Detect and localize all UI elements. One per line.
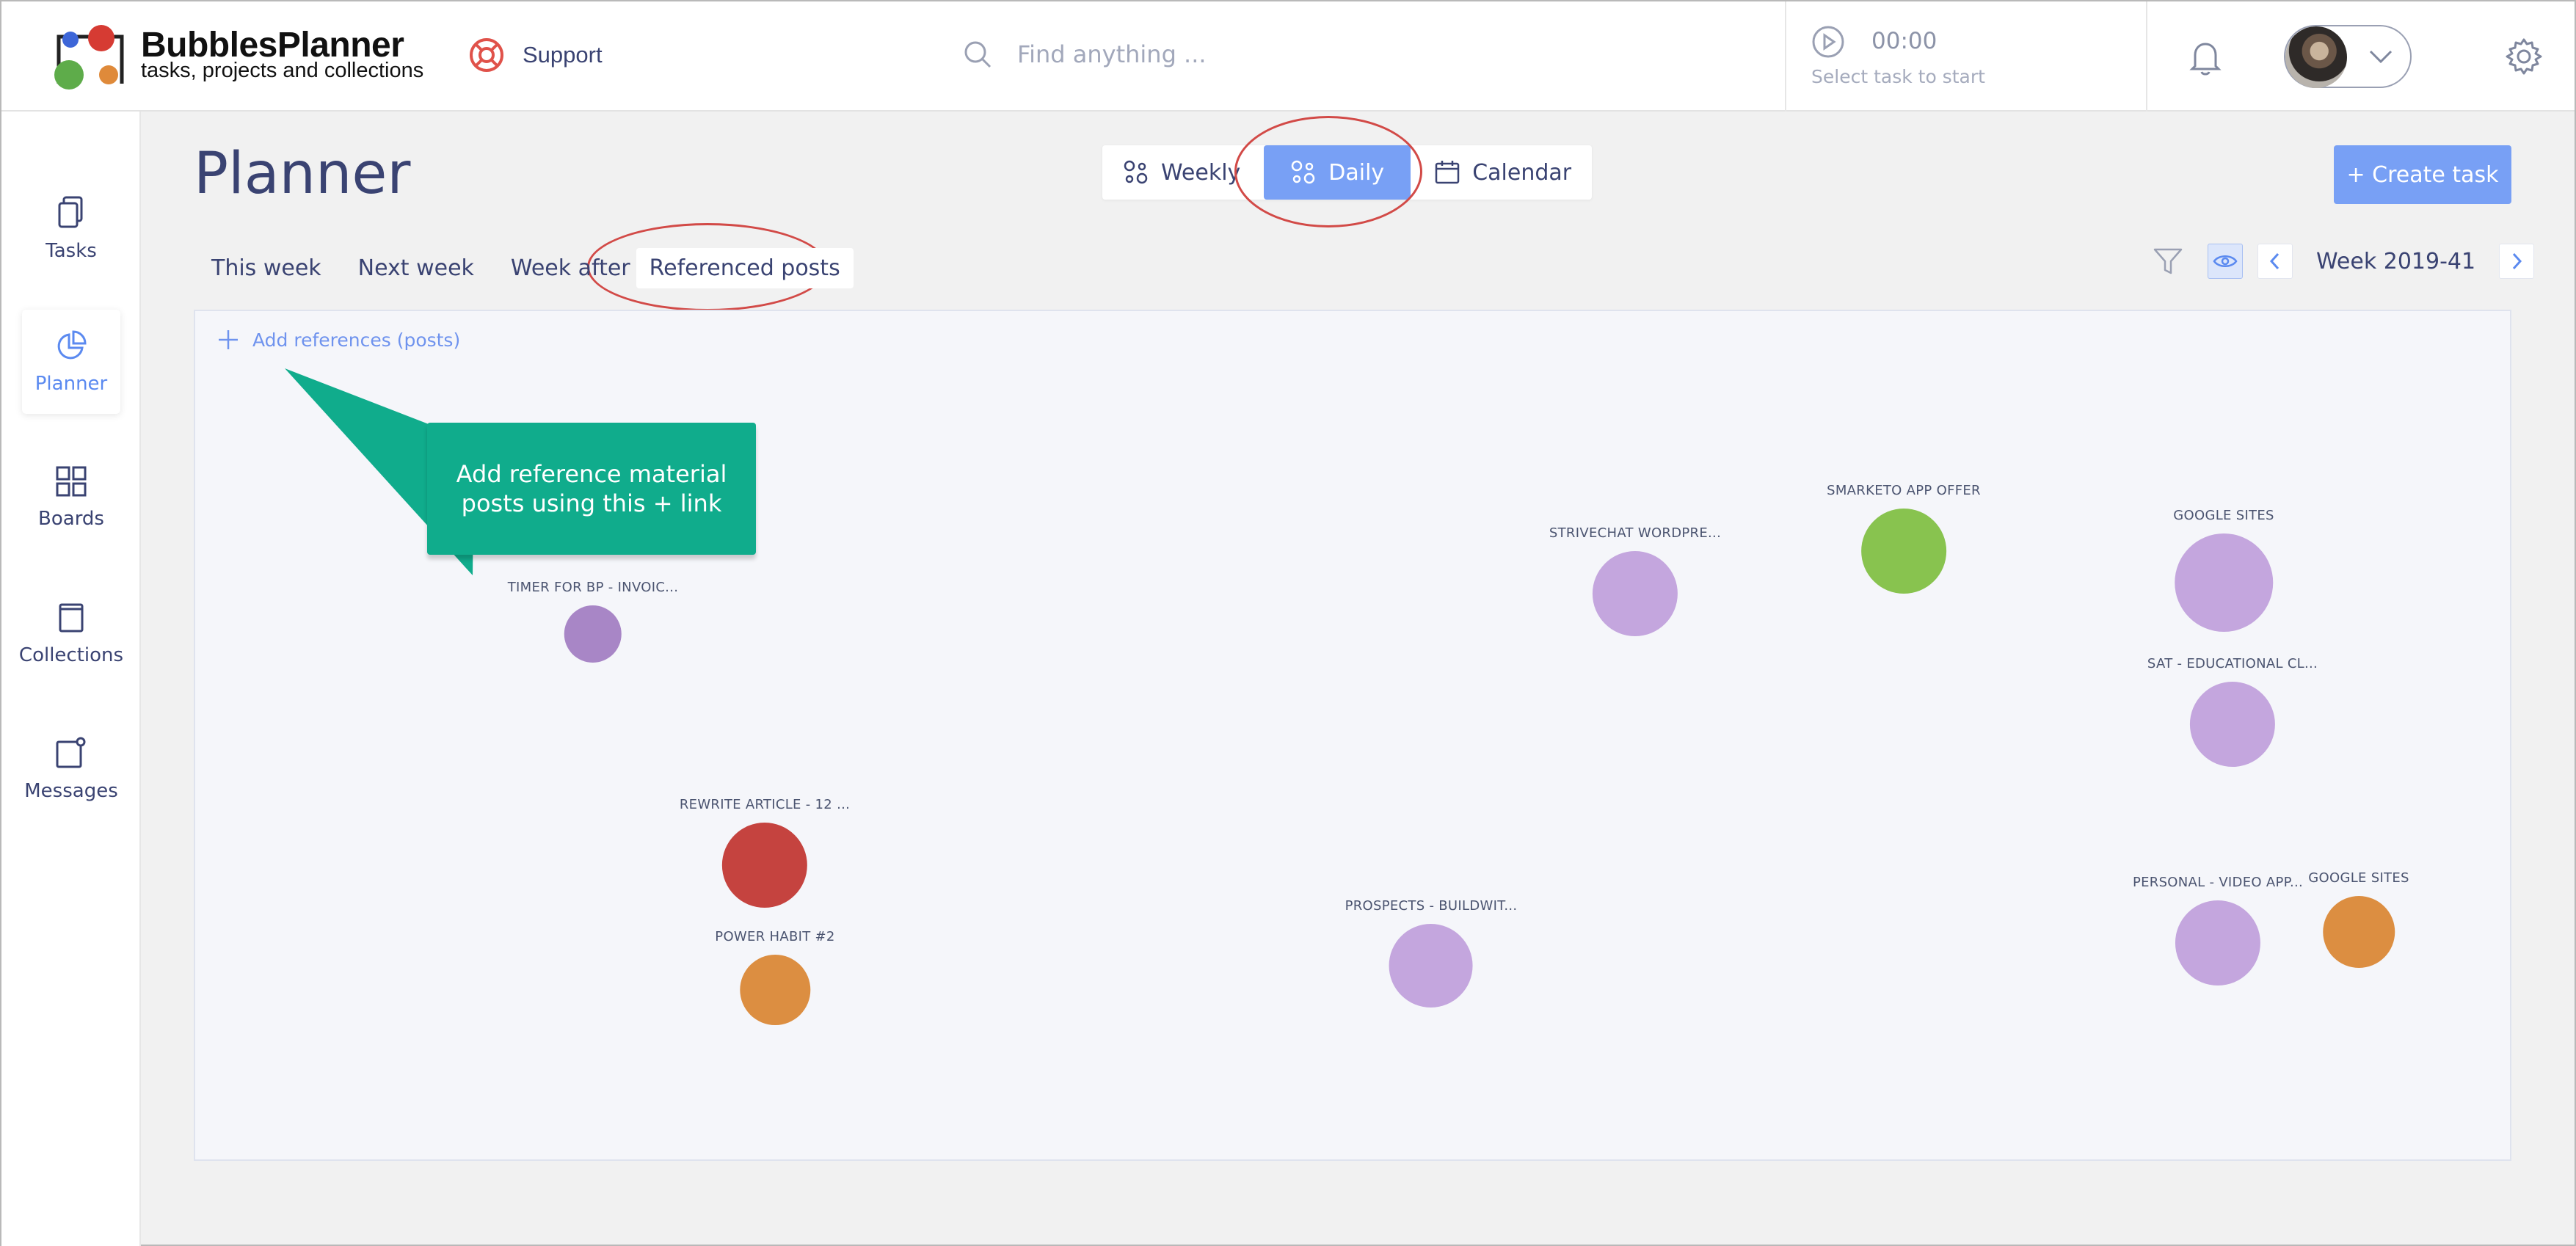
sidebar-item-planner[interactable]: Planner: [22, 310, 120, 414]
bell-icon[interactable]: [2185, 37, 2226, 78]
sidebar-item-collections[interactable]: Collections: [18, 581, 124, 685]
sidebar-item-label: Tasks: [46, 240, 97, 262]
timer-time: 00:00: [1871, 28, 1938, 54]
bubble-task[interactable]: SMARKETO APP OFFER: [1827, 483, 1981, 594]
view-switcher: Weekly Daily Calendar: [1102, 145, 1593, 200]
previous-week-button[interactable]: [2257, 244, 2293, 279]
plus-icon: [219, 330, 238, 349]
bubble-label: PROSPECTS - BUILDWIT...: [1345, 898, 1518, 914]
bubble: [1861, 509, 1946, 594]
bubble-task[interactable]: REWRITE ARTICLE - 12 ...: [680, 797, 850, 908]
tab-referenced-posts[interactable]: Referenced posts: [636, 248, 854, 288]
bubble: [721, 823, 807, 908]
next-week-button[interactable]: [2499, 244, 2535, 279]
add-references-label: Add references (posts): [252, 329, 461, 351]
sidebar-item-messages[interactable]: Messages: [22, 717, 120, 821]
bubble-task[interactable]: TIMER FOR BP - INVOIC...: [508, 580, 679, 663]
visibility-toggle[interactable]: [2208, 244, 2243, 279]
bubble-task[interactable]: GOOGLE SITES: [2308, 870, 2409, 968]
timer-hint: Select task to start: [1811, 66, 1985, 87]
bubble-label: TIMER FOR BP - INVOIC...: [507, 580, 679, 595]
view-daily-label: Daily: [1328, 159, 1385, 186]
chevron-left-icon: [2269, 252, 2280, 270]
bubble-label: PERSONAL - VIDEO APP...: [2132, 875, 2304, 890]
view-calendar-button[interactable]: Calendar: [1413, 145, 1592, 200]
avatar: [2285, 26, 2347, 88]
page-title: Planner: [194, 141, 411, 207]
view-calendar-label: Calendar: [1472, 159, 1572, 186]
bubble: [739, 955, 810, 1025]
user-menu[interactable]: [2284, 25, 2412, 88]
sidebar-item-label: Collections: [18, 644, 124, 666]
brand-tagline: tasks, projects and collections: [141, 59, 424, 82]
bubble-label: GOOGLE SITES: [2173, 508, 2274, 523]
bubble-task[interactable]: PROSPECTS - BUILDWIT...: [1345, 898, 1518, 1008]
lifebuoy-icon: [470, 38, 503, 72]
sidebar-item-label: Messages: [24, 780, 118, 802]
bubbles-icon: [1124, 160, 1148, 184]
copy-icon: [58, 196, 83, 228]
bubble-label: REWRITE ARTICLE - 12 ...: [679, 797, 851, 812]
sidebar-item-label: Planner: [34, 373, 108, 395]
chevron-down-icon: [2369, 50, 2393, 64]
support-link[interactable]: Support: [468, 37, 603, 73]
book-icon: [59, 603, 84, 633]
view-weekly-button[interactable]: Weekly: [1102, 145, 1261, 200]
message-icon: [56, 737, 86, 768]
tab-next-week[interactable]: Next week: [345, 248, 487, 288]
grid-icon: [56, 466, 87, 497]
bubblesplanner-logo[interactable]: [48, 23, 131, 94]
chevron-right-icon: [2512, 252, 2522, 270]
bubble-task[interactable]: POWER HABIT #2: [715, 929, 834, 1025]
filter-icon[interactable]: [2152, 245, 2184, 277]
sidebar-item-boards[interactable]: Boards: [22, 445, 120, 550]
search-icon: [964, 41, 992, 68]
search-input[interactable]: [1017, 40, 1399, 68]
bubble: [564, 605, 622, 663]
tab-this-week[interactable]: This week: [198, 248, 335, 288]
create-task-button[interactable]: + Create task: [2334, 145, 2511, 204]
play-icon[interactable]: [1811, 25, 1845, 59]
bubble-label: SAT - EDUCATIONAL CL...: [2147, 656, 2318, 671]
top-bar: BubblesPlanner tasks, projects and colle…: [1, 1, 2575, 112]
planner-canvas: Add references (posts) Add reference mat…: [194, 310, 2511, 1161]
callout-tooltip: Add reference material posts using this …: [427, 423, 756, 555]
bubble: [1389, 924, 1473, 1008]
bubble: [2189, 682, 2275, 767]
gear-icon[interactable]: [2504, 37, 2544, 76]
bubble-label: GOOGLE SITES: [2308, 870, 2409, 886]
view-daily-button[interactable]: Daily: [1264, 145, 1411, 200]
tab-week-after[interactable]: Week after: [498, 248, 636, 288]
timer-widget: 00:00 Select task to start: [1785, 1, 2147, 112]
bubble-task[interactable]: SAT - EDUCATIONAL CL...: [2147, 656, 2318, 767]
week-tabs: This week Next week Week after Reference…: [198, 248, 864, 288]
bubble-label: STRIVECHAT WORDPRE...: [1549, 525, 1722, 541]
planner-toolbar: Week 2019-41: [2152, 244, 2535, 279]
search-bar: [963, 40, 1399, 69]
bubble: [2175, 900, 2260, 985]
bubbles-icon: [1292, 160, 1315, 184]
view-weekly-label: Weekly: [1161, 159, 1241, 186]
bubble: [2322, 896, 2395, 968]
bubble-task[interactable]: STRIVECHAT WORDPRE...: [1549, 525, 1721, 636]
calendar-icon: [1435, 161, 1460, 184]
week-label: Week 2019-41: [2316, 248, 2476, 274]
bubble-label: POWER HABIT #2: [715, 929, 835, 944]
add-references-link[interactable]: Add references (posts): [217, 329, 460, 351]
sidebar: Tasks Planner Boards Collections Message…: [1, 112, 141, 1246]
bubble: [2174, 533, 2273, 632]
bubble-task[interactable]: GOOGLE SITES: [2173, 508, 2274, 632]
bubble-label: SMARKETO APP OFFER: [1827, 483, 1981, 498]
support-label: Support: [523, 42, 603, 68]
sidebar-item-tasks[interactable]: Tasks: [22, 176, 120, 280]
bubble: [1592, 551, 1678, 636]
sidebar-item-label: Boards: [38, 508, 104, 530]
eye-icon: [2213, 255, 2238, 267]
bubble-task[interactable]: PERSONAL - VIDEO APP...: [2133, 875, 2303, 985]
pie-chart-icon: [57, 330, 87, 360]
